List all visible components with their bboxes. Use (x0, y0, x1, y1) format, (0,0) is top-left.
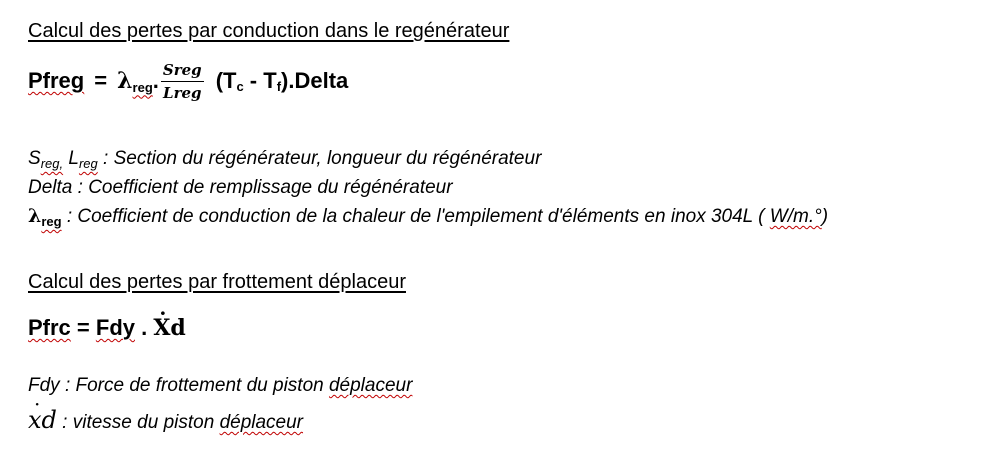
formula2-equals: = (70, 315, 96, 340)
formula-temp-open: (T (215, 68, 237, 93)
desc-xd-dot: · (34, 392, 41, 416)
xd-time-derivative-dot: · (159, 301, 167, 325)
tf-subscript: f (276, 78, 282, 94)
desc-xd: · xd : vitesse du piston déplaceur (28, 394, 304, 434)
desc-l-subscript: reg (78, 156, 98, 171)
desc-l-symbol: L (63, 148, 79, 169)
desc-lambda-unit: W/m.° (769, 206, 822, 227)
desc-lambda-symbol: λ (28, 205, 42, 227)
desc-xd-deplaceur: déplaceur (219, 412, 304, 433)
desc-section-length: Sreg, Lreg : Section du régénérateur, lo… (28, 148, 542, 171)
tc-subscript: c (236, 78, 244, 94)
desc-s-subscript: reg, (40, 156, 64, 171)
desc-delta: Delta : Coefficient de remplissage du ré… (28, 177, 453, 198)
formula-dot-operator: . (152, 68, 159, 93)
desc-lambda-subscript: reg (41, 214, 62, 229)
fraction-denominator: Lreg (163, 83, 202, 102)
formula-fdy: Fdy (95, 315, 135, 340)
desc-fdy-deplaceur: déplaceur (328, 375, 413, 396)
document-page: Calcul des pertes par conduction dans le… (0, 0, 1002, 460)
desc-fdy-text: Fdy : Force de frottement du piston (28, 375, 329, 396)
fraction-numerator: Sreg (160, 61, 204, 82)
desc-xd-text: : vitesse du piston (56, 412, 220, 433)
section1-heading: Calcul des pertes par conduction dans le… (28, 20, 510, 42)
section-length-fraction: Sreg Lreg (160, 61, 204, 102)
formula-xd: Xd (153, 315, 186, 341)
desc-xd-symbol: · xd (28, 394, 57, 434)
desc-lambda-text: : Coefficient de conduction de la chaleu… (61, 206, 770, 227)
desc-lambda: λreg : Coefficient de conduction de la c… (28, 205, 829, 229)
formula-xd-dot: · Xd (153, 303, 186, 341)
desc-fdy: Fdy : Force de frottement du piston dépl… (28, 375, 412, 397)
desc-xd-letters: xd (28, 406, 57, 434)
section2-heading: Calcul des pertes par frottement déplace… (28, 271, 406, 293)
formula-lhs-pfreg: Pfreg (28, 68, 85, 93)
lambda-symbol: λ (117, 68, 133, 94)
formula-tail-delta: ).Delta (281, 68, 349, 93)
formula-equals: = (94, 68, 108, 93)
conduction-loss-formula: Pfreg = λ reg . Sreg Lreg (T c - T f ).D… (28, 52, 348, 110)
formula-lhs-pfrc: Pfrc (28, 315, 71, 340)
desc-s-symbol: S (28, 148, 41, 169)
desc-section-length-text: : Section du régénérateur, longueur du r… (97, 148, 542, 169)
formula-minus: - T (243, 68, 277, 93)
formula2-dot-operator: . (135, 315, 154, 340)
friction-loss-formula: Pfrc = Fdy . · Xd (28, 303, 186, 348)
desc-lambda-close: ) (821, 206, 829, 227)
lambda-subscript: reg (132, 79, 153, 95)
